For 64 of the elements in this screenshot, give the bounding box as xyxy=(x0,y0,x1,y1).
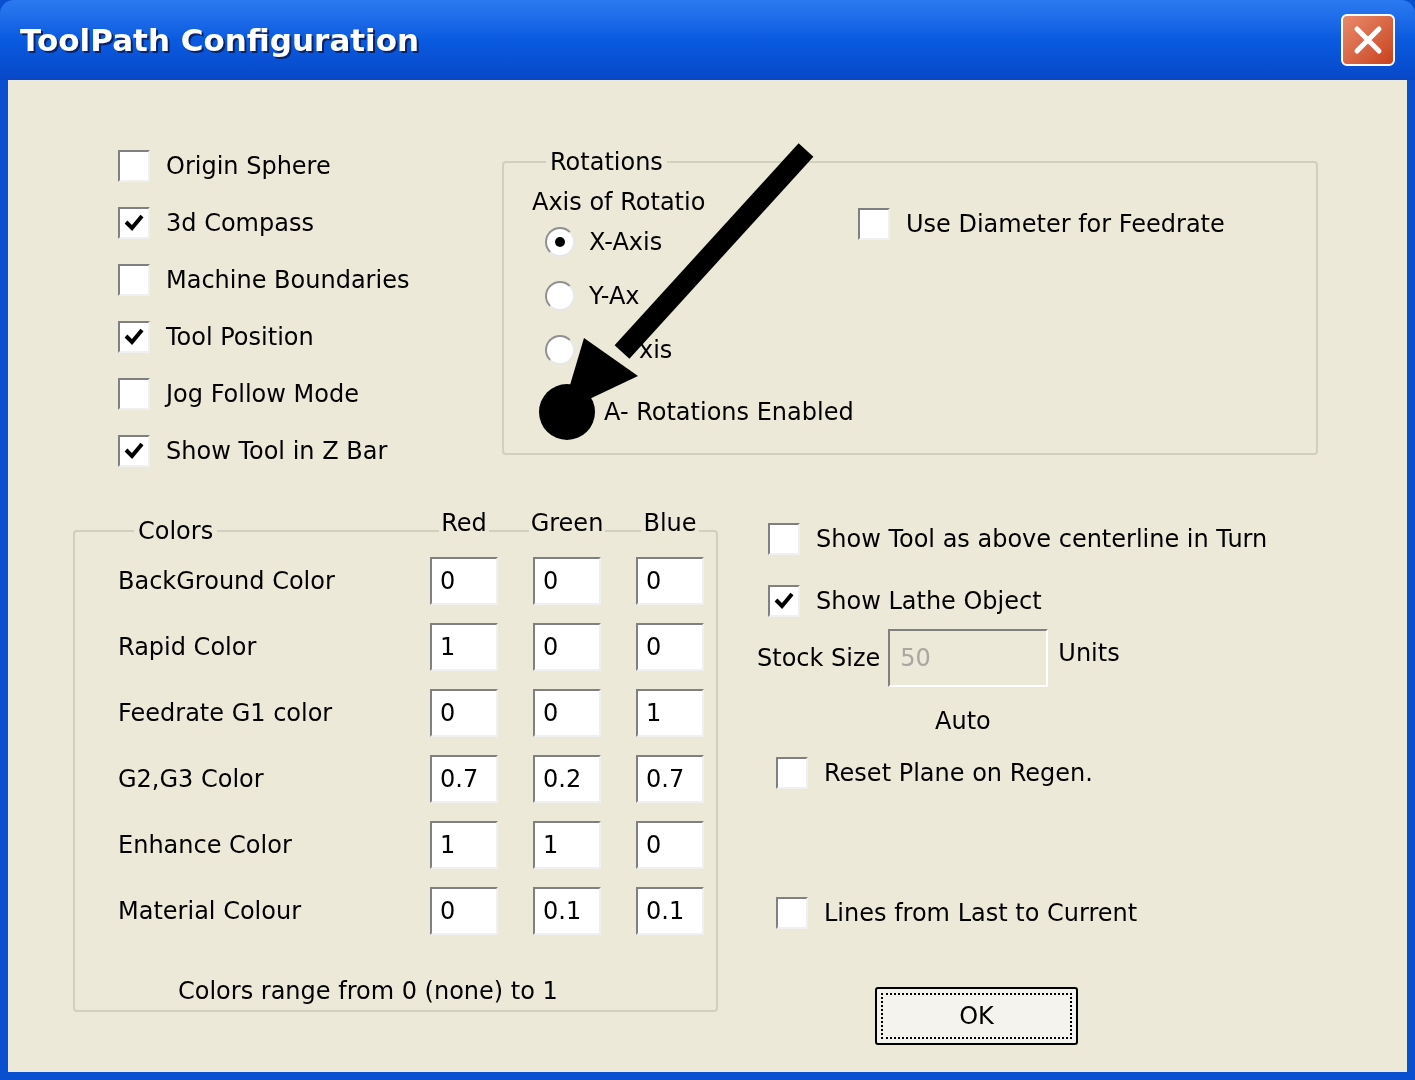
checkbox-label: Show Lathe Object xyxy=(816,586,1042,617)
units-label: Units xyxy=(1058,638,1120,669)
color-label: BackGround Color xyxy=(118,566,336,597)
window-title: ToolPath Configuration xyxy=(20,20,420,60)
checkbox[interactable] xyxy=(118,321,150,353)
input-field[interactable]: 0 xyxy=(430,557,498,605)
input-field[interactable]: 0.1 xyxy=(533,887,601,935)
radio-label: X-Axis xyxy=(589,227,663,258)
color-label: Material Colour xyxy=(118,896,302,927)
input-field[interactable]: 0 xyxy=(533,689,601,737)
checkbox-label: Reset Plane on Regen. xyxy=(824,758,1093,789)
color-label: Rapid Color xyxy=(118,632,258,663)
checkbox[interactable] xyxy=(768,585,800,617)
input-field[interactable]: 0 xyxy=(533,557,601,605)
input-field[interactable]: 1 xyxy=(430,821,498,869)
close-icon xyxy=(1353,25,1383,55)
radio-button[interactable] xyxy=(545,227,575,257)
colors-note: Colors range from 0 (none) to 1 xyxy=(178,976,559,1007)
input-field[interactable]: 0 xyxy=(636,557,704,605)
input-field[interactable]: 0 xyxy=(636,821,704,869)
checkbox-label: 3d Compass xyxy=(166,208,314,239)
color-label: G2,G3 Color xyxy=(118,764,265,795)
input-field[interactable]: 0 xyxy=(430,689,498,737)
checkbox-label: Lines from Last to Current xyxy=(824,898,1138,929)
group-title: Colors xyxy=(137,516,215,547)
checkbox-label: Origin Sphere xyxy=(166,151,331,182)
radio-label: xis xyxy=(639,335,673,366)
checkbox[interactable] xyxy=(776,757,808,789)
axis-label: Axis of Rotatio xyxy=(532,187,706,218)
radio-button[interactable] xyxy=(545,281,575,311)
checkbox[interactable] xyxy=(118,435,150,467)
input-field[interactable]: 0.7 xyxy=(430,755,498,803)
checkbox[interactable] xyxy=(118,150,150,182)
input-field[interactable]: 0 xyxy=(430,887,498,935)
checkbox[interactable] xyxy=(858,208,890,240)
color-label: Feedrate G1 color xyxy=(118,698,334,729)
ok-button[interactable]: OK xyxy=(875,987,1078,1045)
checkbox[interactable] xyxy=(118,378,150,410)
checkbox[interactable] xyxy=(776,897,808,929)
checkbox-label: Show Tool in Z Bar xyxy=(166,436,388,467)
radio-label: Y-Ax xyxy=(589,281,640,312)
checkbox-label: Use Diameter for Feedrate xyxy=(906,209,1225,240)
checkbox[interactable] xyxy=(118,207,150,239)
checkbox-label: Jog Follow Mode xyxy=(166,379,359,410)
checkbox-label: Machine Boundaries xyxy=(166,265,410,296)
checkbox-label: Show Tool as above centerline in Turn xyxy=(816,524,1268,555)
input-field[interactable]: 0.2 xyxy=(533,755,601,803)
group-title: Rotations xyxy=(549,147,664,178)
rotations-enabled-label: A- Rotations Enabled xyxy=(604,397,854,428)
input-field[interactable]: 0.7 xyxy=(636,755,704,803)
input-field[interactable]: 0 xyxy=(636,623,704,671)
stock-size-label: Stock Size xyxy=(757,643,881,674)
auto-label: Auto xyxy=(935,706,991,737)
checkbox[interactable] xyxy=(768,523,800,555)
input-field[interactable]: 1 xyxy=(533,821,601,869)
input-field[interactable]: 0 xyxy=(533,623,601,671)
checkbox-label: Tool Position xyxy=(166,322,314,353)
color-label: Enhance Color xyxy=(118,830,293,861)
input-field[interactable]: 1 xyxy=(636,689,704,737)
input-field[interactable]: 1 xyxy=(430,623,498,671)
radio-button[interactable] xyxy=(545,335,575,365)
checkbox[interactable] xyxy=(118,264,150,296)
input-field[interactable]: 0.1 xyxy=(636,887,704,935)
close-button[interactable] xyxy=(1341,14,1395,66)
